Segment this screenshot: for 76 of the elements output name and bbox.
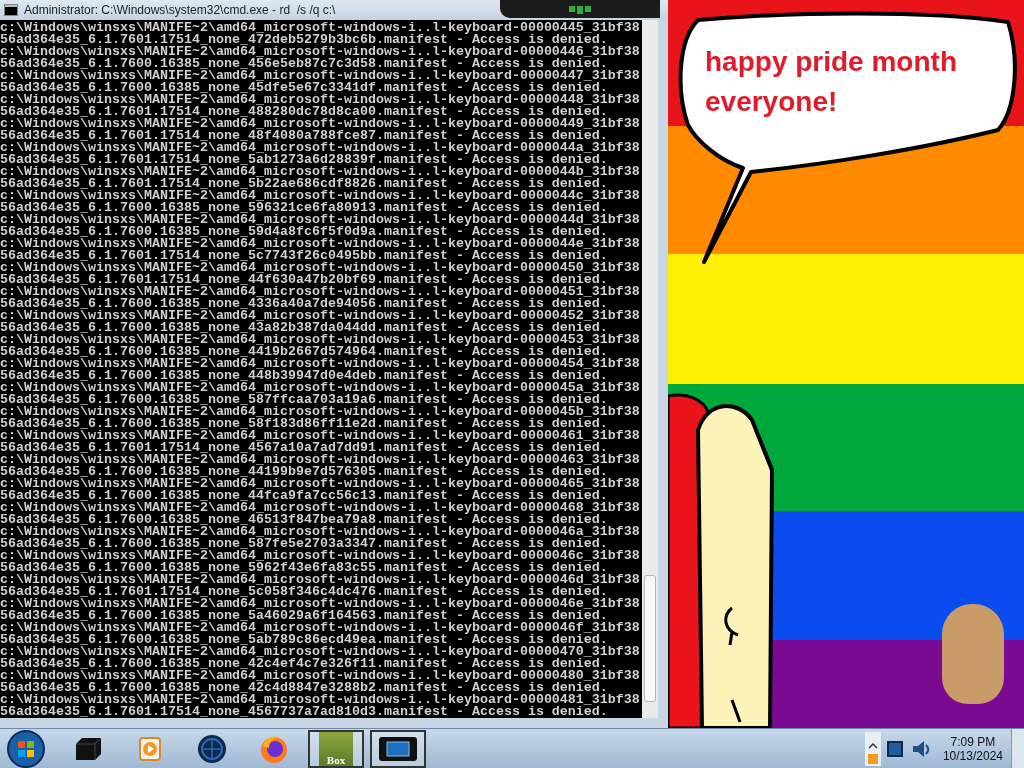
console-line: 56ad364e35_6.1.7601.17514_none_4567a10a7ad7dd91.manifest - Access is denied. xyxy=(0,442,608,454)
window-title: Administrator: C:\Windows\system32\cmd.exe - rd /s /q c:\ xyxy=(24,3,336,17)
console-icon xyxy=(4,4,18,16)
console-line: 56ad364e35_6.1.7601.17514_none_488280dc78d8ca00.manifest - Access is denied. xyxy=(0,106,608,118)
console-line: c:\Windows\winsxs\MANIFE~2\amd64_microsoft-windows-i..l-keyboard-0000046e_31bf38 xyxy=(0,598,641,610)
scrollbar-thumb[interactable] xyxy=(644,575,656,702)
console-line: c:\Windows\winsxs\MANIFE~2\amd64_microsoft-windows-i..l-keyboard-00000451_31bf38 xyxy=(0,286,641,298)
globe-icon xyxy=(197,734,227,764)
console-line: c:\Windows\winsxs\MANIFE~2\amd64_microsoft-windows-i..l-keyboard-00000454_31bf38 xyxy=(0,358,641,370)
console-line: 56ad364e35_6.1.7600.16385_none_58f183d86ff11e2d.manifest - Access is denied. xyxy=(0,418,608,430)
console-line: c:\Windows\winsxs\MANIFE~2\amd64_microsoft-windows-i..l-keyboard-0000046c_31bf38 xyxy=(0,550,641,562)
clock-date: 10/13/2024 xyxy=(942,749,1003,763)
console-line: c:\Windows\winsxs\MANIFE~2\amd64_microsoft-windows-i..l-keyboard-0000046f_31bf38 xyxy=(0,622,641,634)
cube-icon xyxy=(73,736,103,762)
console-line: c:\Windows\winsxs\MANIFE~2\amd64_microsoft-windows-i..l-keyboard-00000447_31bf38 xyxy=(0,70,641,82)
console-line: 56ad364e35_6.1.7600.16385_none_44199b9e7d576305.manifest - Access is denied. xyxy=(0,466,608,478)
dots-icon xyxy=(569,4,591,14)
console-line: c:\Windows\winsxs\MANIFE~2\amd64_microsoft-windows-i..l-keyboard-0000044b_31bf38 xyxy=(0,166,641,178)
console-line: 56ad364e35_6.1.7600.16385_none_456e5eb87c7c3d58.manifest - Access is denied. xyxy=(0,58,608,70)
console-line: c:\Windows\winsxs\MANIFE~2\amd64_microsoft-windows-i..l-keyboard-00000453_31bf38 xyxy=(0,334,641,346)
console-line: 56ad364e35_6.1.7600.16385_none_42c4ef4c7e326f11.manifest - Access is denied. xyxy=(0,658,608,670)
console-line: 56ad364e35_6.1.7600.16385_none_4336a40a7de94056.manifest - Access is denied. xyxy=(0,298,608,310)
console-line: 56ad364e35_6.1.7600.16385_none_46513f847bea79a8.manifest - Access is denied. xyxy=(0,514,608,526)
vm-toolbar[interactable] xyxy=(500,0,660,18)
scrollbar[interactable] xyxy=(642,20,658,718)
console-line: c:\Windows\winsxs\MANIFE~2\amd64_microsoft-windows-i..l-keyboard-00000445_31bf38 xyxy=(0,22,641,34)
console-line: 56ad364e35_6.1.7600.16385_none_59d4a8fc6f5f0d9a.manifest - Access is denied. xyxy=(0,226,608,238)
console-line: c:\Windows\winsxs\MANIFE~2\amd64_microsoft-windows-i..l-keyboard-00000470_31bf38 xyxy=(0,646,641,658)
console-line: 56ad364e35_6.1.7600.16385_none_448b39947d0e4deb.manifest - Access is denied. xyxy=(0,370,608,382)
console-line: c:\Windows\winsxs\MANIFE~2\amd64_microsoft-windows-i..l-keyboard-0000045b_31bf38 xyxy=(0,406,641,418)
console-line: c:\Windows\winsxs\MANIFE~2\amd64_microsoft-windows-i..l-keyboard-00000446_31bf38 xyxy=(0,46,641,58)
console-line: c:\Windows\winsxs\MANIFE~2\amd64_microsoft-windows-i..l-keyboard-0000044d_31bf38 xyxy=(0,214,641,226)
console-line: c:\Windows\winsxs\MANIFE~2\amd64_microsoft-windows-i..l-keyboard-0000045a_31bf38 xyxy=(0,382,641,394)
console-line: 56ad364e35_6.1.7600.16385_none_45dfe5e67c3341df.manifest - Access is denied. xyxy=(0,82,608,94)
console-line: 56ad364e35_6.1.7600.16385_none_596321ce6fa80913.manifest - Access is denied. xyxy=(0,202,608,214)
console-line: c:\Windows\winsxs\MANIFE~2\amd64_microsoft-windows-i..l-keyboard-00000461_31bf38 xyxy=(0,430,641,442)
console-line: c:\Windows\winsxs\MANIFE~2\amd64_microsoft-windows-i..l-keyboard-00000465_31bf38 xyxy=(0,478,641,490)
console-line: c:\Windows\winsxs\MANIFE~2\amd64_microsoft-windows-i..l-keyboard-00000468_31bf38 xyxy=(0,502,641,514)
speech-bubble-text: happy pride month everyone! xyxy=(705,45,958,119)
console-line: c:\Windows\winsxs\MANIFE~2\amd64_microsoft-windows-i..l-keyboard-00000452_31bf38 xyxy=(0,310,641,322)
console-line: c:\Windows\winsxs\MANIFE~2\amd64_microsoft-windows-i..l-keyboard-00000480_31bf38 xyxy=(0,670,641,682)
console-line: c:\Windows\winsxs\MANIFE~2\amd64_microsoft-windows-i..l-keyboard-0000046a_31bf38 xyxy=(0,526,641,538)
console-line: 56ad364e35_6.1.7601.17514_none_5ab1273a6d28839f.manifest - Access is denied. xyxy=(0,154,608,166)
console-line: 56ad364e35_6.1.7600.16385_none_587fe5e2703a3347.manifest - Access is denied. xyxy=(0,538,608,550)
console-line: 56ad364e35_6.1.7600.16385_none_4419b2667d574964.manifest - Access is denied. xyxy=(0,346,608,358)
console-line: 56ad364e35_6.1.7601.17514_none_472deb5279b3bc6b.manifest - Access is denied. xyxy=(0,34,608,46)
console-line: 56ad364e35_6.1.7601.17514_none_5b22ae686cdf8826.manifest - Access is denied. xyxy=(0,178,608,190)
console-line: 56ad364e35_6.1.7601.17514_none_5c7743f26c0495bb.manifest - Access is denied. xyxy=(0,250,608,262)
taskbar-button[interactable]: Box xyxy=(308,730,364,768)
firefox-icon xyxy=(259,734,289,764)
console-line: 56ad364e35_6.1.7601.17514_none_4567737a7ad810d3.manifest - Access is denied. xyxy=(0,706,608,718)
console-line: c:\Windows\winsxs\MANIFE~2\amd64_microsoft-windows-i..l-keyboard-00000450_31bf38 xyxy=(0,262,641,274)
console-line: 56ad364e35_6.1.7600.16385_none_5ab789c86ecd49ea.manifest - Access is denied. xyxy=(0,634,608,646)
console-line: 56ad364e35_6.1.7601.17514_none_5c058f346c4dc476.manifest - Access is denied. xyxy=(0,586,608,598)
console-line: 56ad364e35_6.1.7600.16385_none_5962f43e6fa83c55.manifest - Access is denied. xyxy=(0,562,608,574)
start-button[interactable] xyxy=(6,729,46,768)
app-icon-label: Box xyxy=(326,754,346,766)
console-line: 56ad364e35_6.1.7600.16385_none_5a46029a6f164563.manifest - Access is denied. xyxy=(0,610,608,622)
taskbar-button[interactable] xyxy=(370,730,426,768)
console-line: 56ad364e35_6.1.7600.16385_none_587ffcaa703a19a6.manifest - Access is denied. xyxy=(0,394,608,406)
console-line: 56ad364e35_6.1.7601.17514_none_48f4080a788fce87.manifest - Access is denied. xyxy=(0,130,608,142)
console-line: c:\Windows\winsxs\MANIFE~2\amd64_microsoft-windows-i..l-keyboard-00000463_31bf38 xyxy=(0,454,641,466)
clock-time: 7:09 PM xyxy=(950,735,996,749)
media-player-icon xyxy=(138,736,162,762)
console-line: c:\Windows\winsxs\MANIFE~2\amd64_microsoft-windows-i..l-keyboard-00000481_31bf38 xyxy=(0,694,641,706)
console-line: c:\Windows\winsxs\MANIFE~2\amd64_microsoft-windows-i..l-keyboard-0000044a_31bf38 xyxy=(0,142,641,154)
console-line: 56ad364e35_6.1.7600.16385_none_43a82b387da044dd.manifest - Access is denied. xyxy=(0,322,608,334)
console-line: 56ad364e35_6.1.7601.17514_none_44f630a47b20bf69.manifest - Access is denied. xyxy=(0,274,608,286)
console-line: c:\Windows\winsxs\MANIFE~2\amd64_microsoft-windows-i..l-keyboard-0000044c_31bf38 xyxy=(0,190,641,202)
console-line: c:\Windows\winsxs\MANIFE~2\amd64_microsoft-windows-i..l-keyboard-00000448_31bf38 xyxy=(0,94,641,106)
console-line: 56ad364e35_6.1.7600.16385_none_44fca9fa7cc56c13.manifest - Access is denied. xyxy=(0,490,608,502)
console-line: c:\Windows\winsxs\MANIFE~2\amd64_microsoft-windows-i..l-keyboard-0000044e_31bf38 xyxy=(0,238,641,250)
clock[interactable]: 7:09 PM 10/13/2024 xyxy=(942,735,1003,763)
console-line: 56ad364e35_6.1.7600.16385_none_42c4d8847e3288b2.manifest - Access is denied. xyxy=(0,682,608,694)
console-line: c:\Windows\winsxs\MANIFE~2\amd64_microsoft-windows-i..l-keyboard-0000046d_31bf38 xyxy=(0,574,641,586)
console-line: c:\Windows\winsxs\MANIFE~2\amd64_microsoft-windows-i..l-keyboard-00000449_31bf38 xyxy=(0,118,641,130)
